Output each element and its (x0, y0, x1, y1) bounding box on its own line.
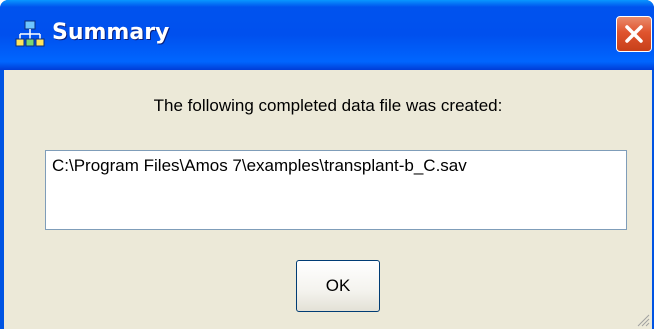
title-bar[interactable]: Summary (0, 0, 654, 70)
close-button[interactable] (616, 16, 652, 52)
window-title: Summary (52, 20, 170, 45)
summary-dialog: Summary The following completed data fil… (0, 0, 654, 329)
dialog-body: The following completed data file was cr… (4, 70, 652, 329)
close-icon (625, 25, 643, 43)
message-label: The following completed data file was cr… (153, 96, 503, 115)
ok-button[interactable]: OK (296, 260, 380, 312)
amos-app-icon (14, 18, 46, 50)
resize-grip-icon[interactable] (636, 313, 650, 327)
file-path-field[interactable]: C:\Program Files\Amos 7\examples\transpl… (45, 150, 627, 230)
